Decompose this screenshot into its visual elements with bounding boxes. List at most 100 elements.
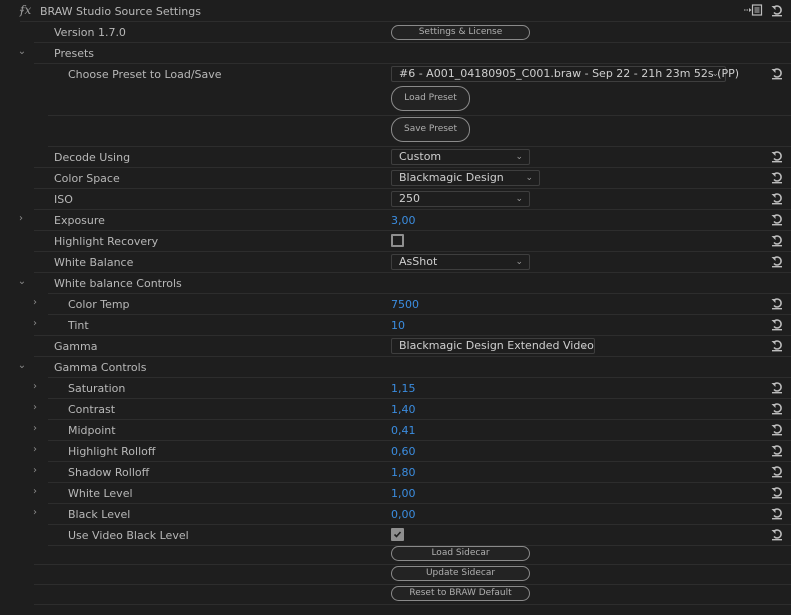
dropdown-value: Custom	[399, 150, 442, 163]
chevron-down-icon: ⌄	[515, 257, 523, 267]
chevron-down-icon[interactable]: ⌄	[17, 361, 27, 371]
chevron-right-icon[interactable]: ›	[30, 508, 40, 518]
midpoint-value[interactable]: 0,41	[391, 424, 416, 437]
reset-icon[interactable]	[770, 401, 784, 415]
white-level-value[interactable]: 1,00	[391, 487, 416, 500]
settings-license-button[interactable]: Settings & License	[391, 25, 530, 40]
checkmark-icon	[393, 531, 402, 538]
color-temp-value[interactable]: 7500	[391, 298, 419, 311]
effect-header-row: ⌄ fx BRAW Studio Source Settings	[0, 1, 791, 22]
save-preset-button[interactable]: Save Preset	[391, 117, 470, 142]
chevron-down-icon[interactable]: ⌄	[17, 47, 27, 57]
gamma-dropdown[interactable]: Blackmagic Design Extended Video ⌄	[391, 338, 595, 354]
reset-icon[interactable]	[770, 191, 784, 205]
version-row: Version 1.7.0 Settings & License	[0, 22, 791, 43]
chevron-right-icon[interactable]: ›	[30, 424, 40, 434]
contrast-value[interactable]: 1,40	[391, 403, 416, 416]
white-balance-row: White Balance AsShot ⌄	[0, 252, 791, 273]
chevron-right-icon[interactable]: ›	[16, 214, 26, 224]
tint-value[interactable]: 10	[391, 319, 405, 332]
chevron-right-icon[interactable]: ›	[30, 466, 40, 476]
highlight-recovery-row: Highlight Recovery	[0, 231, 791, 252]
chevron-right-icon[interactable]: ›	[30, 403, 40, 413]
reset-icon[interactable]	[770, 422, 784, 436]
chevron-down-icon: ⌄	[580, 341, 588, 351]
wb-controls-group-row: ⌄ White balance Controls	[0, 273, 791, 294]
reset-icon[interactable]	[770, 296, 784, 310]
choose-preset-row: Choose Preset to Load/Save #6 - A001_041…	[0, 64, 791, 85]
chevron-down-icon: ⌄	[711, 69, 719, 79]
decode-using-row: Decode Using Custom ⌄	[0, 147, 791, 168]
reset-icon[interactable]	[770, 338, 784, 352]
white-balance-dropdown[interactable]: AsShot ⌄	[391, 254, 530, 270]
save-preset-row: Save Preset	[0, 116, 791, 147]
saturation-value[interactable]: 1,15	[391, 382, 416, 395]
exposure-row: › Exposure 3,00	[0, 210, 791, 231]
reset-icon[interactable]	[770, 443, 784, 457]
exposure-value[interactable]: 3,00	[391, 214, 416, 227]
update-sidecar-row: Update Sidecar	[0, 565, 791, 585]
chevron-right-icon[interactable]: ›	[30, 445, 40, 455]
black-level-row: › Black Level 0,00	[0, 504, 791, 525]
saturation-label: Saturation	[68, 382, 126, 395]
gamma-controls-group-row: ⌄ Gamma Controls	[0, 357, 791, 378]
color-temp-row: › Color Temp 7500	[0, 294, 791, 315]
highlight-recovery-checkbox[interactable]	[391, 234, 404, 247]
update-sidecar-button[interactable]: Update Sidecar	[391, 566, 530, 581]
reset-icon[interactable]	[770, 485, 784, 499]
highlight-rolloff-label: Highlight Rolloff	[68, 445, 156, 458]
chevron-right-icon[interactable]: ›	[30, 319, 40, 329]
reset-icon[interactable]	[770, 66, 784, 80]
black-level-label: Black Level	[68, 508, 131, 521]
iso-dropdown[interactable]: 250 ⌄	[391, 191, 530, 207]
reset-icon[interactable]	[770, 527, 784, 541]
shadow-rolloff-row: › Shadow Rolloff 1,80	[0, 462, 791, 483]
highlight-rolloff-value[interactable]: 0,60	[391, 445, 416, 458]
shadow-rolloff-value[interactable]: 1,80	[391, 466, 416, 479]
wb-controls-label: White balance Controls	[54, 277, 182, 290]
load-sidecar-button[interactable]: Load Sidecar	[391, 546, 530, 561]
reset-icon[interactable]	[770, 233, 784, 247]
reset-icon[interactable]	[770, 506, 784, 520]
gamma-label: Gamma	[54, 340, 98, 353]
use-video-black-level-checkbox[interactable]	[391, 528, 404, 541]
midpoint-row: › Midpoint 0,41	[0, 420, 791, 441]
effect-panel-icon[interactable]	[743, 3, 763, 17]
saturation-row: › Saturation 1,15	[0, 378, 791, 399]
reset-icon[interactable]	[770, 317, 784, 331]
white-level-label: White Level	[68, 487, 133, 500]
fx-icon[interactable]: fx	[20, 3, 31, 17]
contrast-row: › Contrast 1,40	[0, 399, 791, 420]
exposure-label: Exposure	[54, 214, 105, 227]
shadow-rolloff-label: Shadow Rolloff	[68, 466, 150, 479]
reset-braw-default-button[interactable]: Reset to BRAW Default	[391, 586, 530, 601]
highlight-rolloff-row: › Highlight Rolloff 0,60	[0, 441, 791, 462]
use-video-black-level-label: Use Video Black Level	[68, 529, 189, 542]
iso-row: ISO 250 ⌄	[0, 189, 791, 210]
black-level-value[interactable]: 0,00	[391, 508, 416, 521]
color-space-row: Color Space Blackmagic Design ⌄	[0, 168, 791, 189]
load-preset-button[interactable]: Load Preset	[391, 86, 470, 111]
chevron-right-icon[interactable]: ›	[30, 487, 40, 497]
color-space-dropdown[interactable]: Blackmagic Design ⌄	[391, 170, 540, 186]
reset-icon[interactable]	[770, 380, 784, 394]
presets-group-row: ⌄ Presets	[0, 43, 791, 64]
decode-using-label: Decode Using	[54, 151, 131, 164]
tint-row: › Tint 10	[0, 315, 791, 336]
reset-icon[interactable]	[770, 254, 784, 268]
white-level-row: › White Level 1,00	[0, 483, 791, 504]
gamma-controls-label: Gamma Controls	[54, 361, 147, 374]
chevron-down-icon[interactable]: ⌄	[17, 277, 27, 287]
decode-using-dropdown[interactable]: Custom ⌄	[391, 149, 530, 165]
preset-dropdown[interactable]: #6 - A001_04180905_C001.braw - Sep 22 - …	[391, 66, 739, 82]
reset-icon[interactable]	[770, 149, 784, 163]
reset-icon[interactable]	[770, 170, 784, 184]
reset-icon[interactable]	[770, 464, 784, 478]
presets-label: Presets	[54, 47, 95, 60]
use-video-black-level-row: Use Video Black Level	[0, 525, 791, 546]
chevron-right-icon[interactable]: ›	[30, 382, 40, 392]
reset-icon[interactable]	[770, 212, 784, 226]
chevron-right-icon[interactable]: ›	[30, 298, 40, 308]
load-preset-row: Load Preset	[0, 85, 791, 116]
reset-icon[interactable]	[770, 3, 784, 17]
